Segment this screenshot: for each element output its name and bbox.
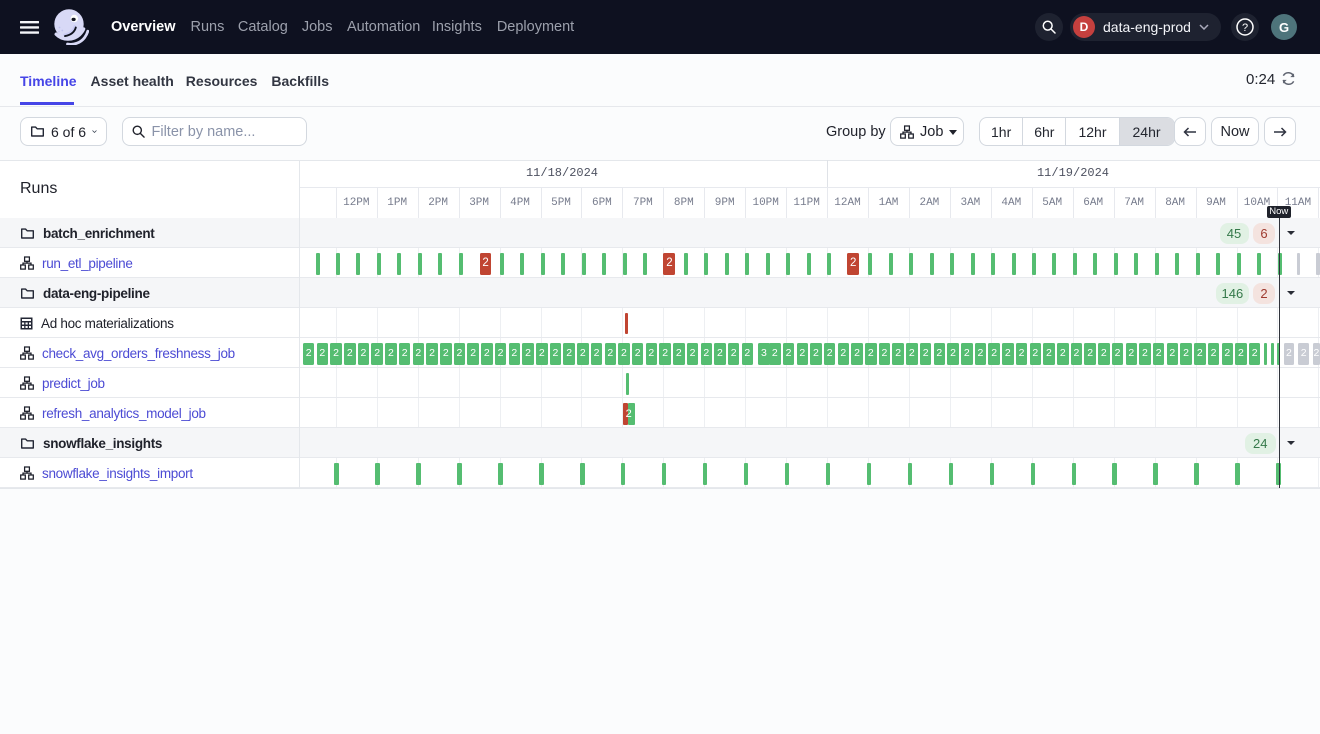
svg-text:?: ?	[1241, 22, 1247, 34]
